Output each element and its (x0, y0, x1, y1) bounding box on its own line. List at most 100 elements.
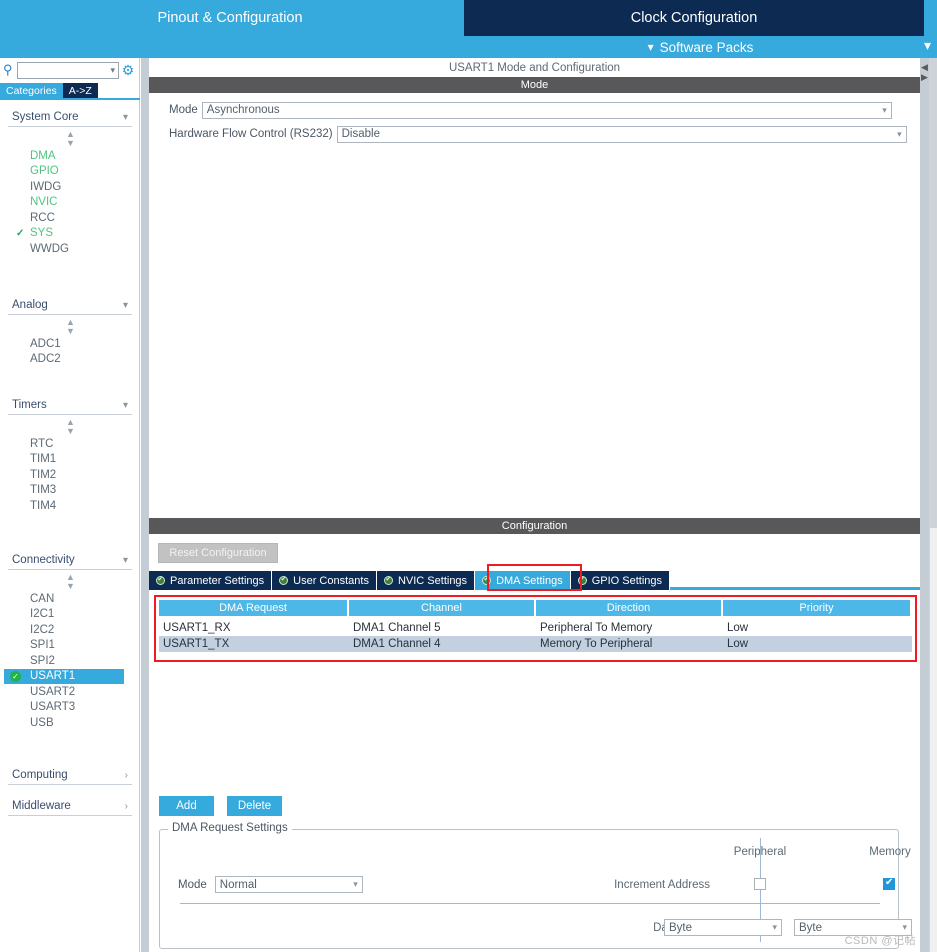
increment-address-memory-checkbox[interactable] (883, 877, 895, 890)
mode-band: Mode (149, 77, 920, 93)
item-label: TIM3 (30, 484, 57, 497)
tab-a-to-z[interactable]: A->Z (62, 83, 98, 98)
scroll-spinner[interactable]: ▲ ▼ (8, 130, 132, 148)
right-splitter[interactable] (920, 58, 929, 952)
chevron-down-icon: ▾ (897, 128, 902, 139)
check-icon: ✓ (16, 227, 25, 239)
tab-clock-configuration[interactable]: Clock Configuration (464, 0, 924, 36)
item-label: WWDG (30, 242, 69, 255)
sidebar-item-tim3[interactable]: TIM3 (8, 483, 132, 499)
tab-gpio-settings[interactable]: GPIO Settings (570, 571, 671, 590)
group-label: Analog (12, 299, 48, 311)
data-width-memory-value: Byte (799, 921, 823, 934)
column-label: Priority (799, 602, 834, 614)
tab-label: NVIC Settings (397, 574, 468, 587)
dma-request-table: DMA Request Channel Direction Priority U… (159, 600, 912, 652)
hardware-flow-control-select[interactable]: Disable ▾ (336, 125, 907, 143)
sidebar-item-tim4[interactable]: TIM4 (8, 498, 132, 514)
splitter-arrows-icon[interactable]: ◀ ▶ (921, 62, 928, 82)
scroll-spinner[interactable]: ▲ ▼ (8, 318, 132, 336)
mode-select[interactable]: Asynchronous ▾ (201, 101, 892, 119)
column-label: Channel (421, 602, 462, 614)
group-middleware: Middleware › (8, 799, 132, 816)
dma-mode-value: Normal (219, 878, 257, 891)
sidebar-item-rtc[interactable]: RTC (8, 436, 132, 452)
column-header-priority[interactable]: Priority (723, 600, 910, 616)
column-label: DMA Request (219, 602, 287, 614)
group-header-middleware[interactable]: Middleware › (8, 799, 132, 816)
add-button[interactable]: Add (159, 796, 214, 816)
mode-band-label: Mode (520, 79, 549, 91)
chevron-down-icon: ▾ (122, 399, 128, 411)
item-label: USART2 (30, 685, 76, 698)
item-label: ADC2 (30, 353, 61, 366)
column-header-direction[interactable]: Direction (536, 600, 723, 616)
group-computing: Computing › (8, 768, 132, 785)
group-header-system-core[interactable]: System Core ▾ (8, 110, 132, 127)
tab-dma-settings[interactable]: DMA Settings (475, 571, 571, 590)
sidebar-item-spi2[interactable]: SPI2 (8, 653, 132, 669)
sidebar-item-i2c1[interactable]: I2C1 (8, 607, 132, 623)
sidebar-item-usb[interactable]: USB (8, 715, 132, 731)
sidebar-item-sys[interactable]: ✓ SYS (8, 226, 132, 242)
scroll-spinner[interactable]: ▲ ▼ (8, 418, 132, 436)
gear-icon[interactable]: ⚙ (119, 62, 137, 79)
scroll-spinner[interactable]: ▲ ▼ (8, 573, 132, 591)
reset-configuration-button[interactable]: Reset Configuration (158, 543, 278, 563)
sidebar-item-tim2[interactable]: TIM2 (8, 467, 132, 483)
group-header-computing[interactable]: Computing › (8, 768, 132, 785)
tab-categories[interactable]: Categories (0, 83, 63, 98)
vertical-scrollbar[interactable] (929, 58, 937, 952)
sidebar-splitter[interactable] (141, 58, 149, 952)
chevron-down-icon: ▾ (122, 554, 128, 566)
dma-mode-select[interactable]: Normal ▾ (214, 876, 363, 893)
reset-configuration-label: Reset Configuration (169, 547, 267, 559)
increment-address-label: Increment Address (614, 879, 710, 891)
tab-pinout-configuration[interactable]: Pinout & Configuration (0, 0, 460, 36)
tab-user-constants[interactable]: User Constants (272, 571, 377, 590)
search-icon: ⚲ (3, 62, 13, 77)
search-input[interactable]: ▾ (17, 61, 119, 79)
item-label: I2C2 (30, 623, 55, 636)
sidebar-item-adc2[interactable]: ADC2 (8, 352, 132, 368)
sidebar-item-dma[interactable]: DMA (8, 148, 132, 164)
sidebar-item-i2c2[interactable]: I2C2 (8, 622, 132, 638)
sidebar-item-usart1[interactable]: ✓ USART1 (4, 668, 124, 684)
field-hardware-flow-control: Hardware Flow Control (RS232) Disable ▾ (149, 125, 920, 143)
scrollbar-thumb[interactable] (930, 58, 937, 528)
sidebar-item-adc1[interactable]: ADC1 (8, 336, 132, 352)
group-header-analog[interactable]: Analog ▾ (8, 298, 132, 315)
column-header-channel[interactable]: Channel (349, 600, 536, 616)
sidebar-search-row: ⚲ ▾ ⚙ (0, 58, 140, 82)
software-packs-label: Software Packs (659, 39, 754, 55)
group-header-timers[interactable]: Timers ▾ (8, 398, 132, 415)
software-packs-menu[interactable]: ▾ Software Packs (464, 36, 937, 58)
group-header-connectivity[interactable]: Connectivity ▾ (8, 553, 132, 570)
table-row[interactable]: USART1_TX DMA1 Channel 4 Memory To Perip… (159, 636, 912, 652)
sidebar-item-can[interactable]: CAN (8, 591, 132, 607)
data-width-peripheral-select[interactable]: Byte ▾ (664, 919, 782, 936)
sidebar-item-tim1[interactable]: TIM1 (8, 452, 132, 468)
delete-button[interactable]: Delete (227, 796, 282, 816)
sidebar-item-gpio[interactable]: GPIO (8, 164, 132, 180)
item-label: SPI1 (30, 639, 55, 652)
sidebar-item-usart2[interactable]: USART2 (8, 684, 132, 700)
sidebar-item-iwdg[interactable]: IWDG (8, 179, 132, 195)
sidebar-item-spi1[interactable]: SPI1 (8, 638, 132, 654)
sidebar-item-rcc[interactable]: RCC (8, 210, 132, 226)
sidebar-item-nvic[interactable]: NVIC (8, 195, 132, 211)
sidebar-item-wwdg[interactable]: WWDG (8, 241, 132, 257)
column-header-dma-request[interactable]: DMA Request (159, 600, 349, 616)
increment-address-peripheral-checkbox[interactable] (754, 878, 766, 890)
sidebar-item-usart3[interactable]: USART3 (8, 700, 132, 716)
tab-nvic-settings[interactable]: NVIC Settings (376, 571, 476, 590)
cell-priority: Low (727, 638, 749, 650)
chevron-down-icon-right[interactable]: ▾ (924, 37, 931, 54)
table-row[interactable]: USART1_RX DMA1 Channel 5 Peripheral To M… (159, 620, 912, 636)
chevron-right-icon: › (124, 769, 128, 781)
status-dot-icon (156, 575, 165, 585)
cubemx-window: Pinout & Configuration Clock Configurati… (0, 0, 937, 952)
dma-mode-label: Mode (178, 878, 207, 891)
chevron-right-icon: › (124, 800, 128, 812)
tab-parameter-settings[interactable]: Parameter Settings (149, 571, 273, 590)
